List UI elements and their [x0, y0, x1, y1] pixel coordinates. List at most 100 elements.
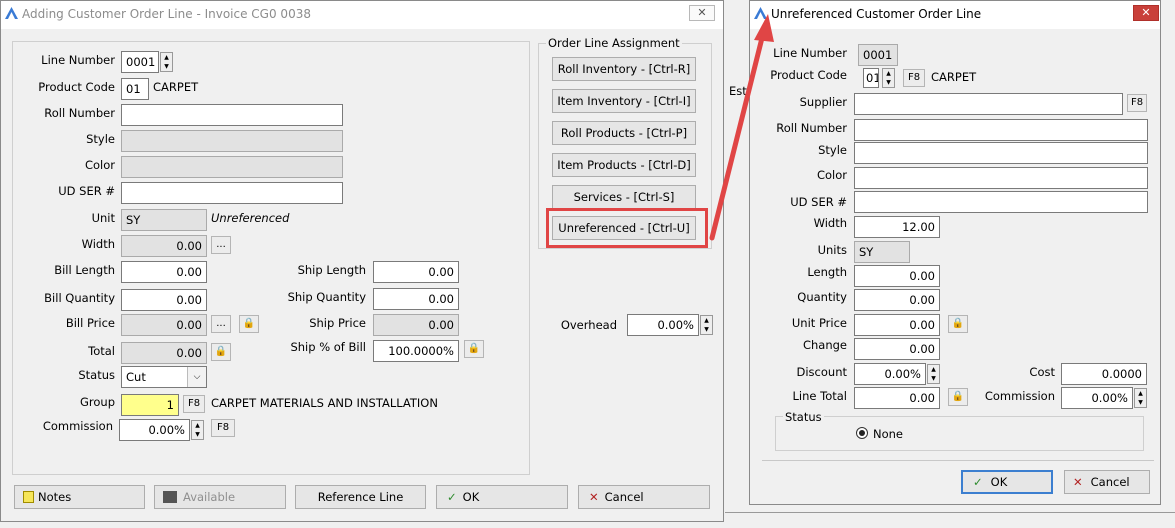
width-label: Width: [81, 237, 115, 251]
dlg-divider: [762, 460, 1154, 461]
ship-quantity-label: Ship Quantity: [287, 290, 366, 304]
lock-icon[interactable]: 🔒: [948, 388, 968, 406]
radio-icon[interactable]: [856, 427, 868, 439]
assignment-title: Order Line Assignment: [546, 36, 682, 50]
dlg-status-label: Status: [783, 410, 824, 424]
line-number-stepper[interactable]: ▲ ▼: [160, 52, 173, 72]
dlg-product-code-field[interactable]: 01: [863, 68, 879, 88]
lock-icon[interactable]: 🔒: [464, 340, 484, 358]
check-icon: ✓: [973, 475, 983, 489]
roll-inventory-button[interactable]: Roll Inventory - [Ctrl-R]: [552, 57, 696, 81]
dlg-commission-field[interactable]: 0.00%: [1061, 387, 1133, 409]
bill-quantity-field[interactable]: 0.00: [121, 289, 207, 311]
bill-price-field: 0.00: [121, 314, 207, 336]
bill-price-dots-button[interactable]: ...: [211, 315, 231, 333]
dlg-supplier-field[interactable]: [854, 93, 1123, 115]
overhead-stepper[interactable]: ▲ ▼: [700, 315, 713, 335]
dlg-ud-ser-field[interactable]: [854, 191, 1148, 213]
available-button: Available: [154, 485, 286, 509]
style-field: [121, 130, 343, 152]
dlg-color-label: Color: [816, 168, 847, 182]
dlg-ud-ser-label: UD SER #: [790, 195, 847, 209]
dlg-cost-field[interactable]: 0.0000: [1061, 363, 1147, 385]
ship-pct-label: Ship % of Bill: [290, 340, 366, 354]
dlg-color-field[interactable]: [854, 167, 1148, 189]
product-code-field[interactable]: 01: [121, 78, 149, 100]
check-icon: ✓: [447, 490, 457, 504]
dlg-ok-button[interactable]: ✓ OK: [961, 470, 1053, 494]
dlg-product-code-stepper[interactable]: ▲ ▼: [882, 68, 895, 88]
roll-products-button[interactable]: Roll Products - [Ctrl-P]: [552, 121, 696, 145]
dlg-width-field[interactable]: 12.00: [854, 216, 940, 238]
app-logo-icon: [5, 7, 18, 19]
dialog-close-button[interactable]: ✕: [1133, 5, 1159, 21]
ship-length-field[interactable]: 0.00: [373, 261, 459, 283]
item-products-button[interactable]: Item Products - [Ctrl-D]: [552, 153, 696, 177]
dlg-cancel-button[interactable]: ✕ Cancel: [1064, 470, 1150, 494]
dlg-discount-label: Discount: [796, 365, 848, 379]
group-name: CARPET MATERIALS AND INSTALLATION: [211, 396, 438, 410]
commission-field[interactable]: 0.00%: [119, 419, 190, 441]
ship-pct-field[interactable]: 100.0000%: [373, 340, 459, 362]
dlg-unit-price-field[interactable]: 0.00: [854, 314, 940, 336]
item-inventory-button[interactable]: Item Inventory - [Ctrl-I]: [552, 89, 696, 113]
bill-length-field[interactable]: 0.00: [121, 261, 207, 283]
cancel-button[interactable]: ✕ Cancel: [578, 485, 710, 509]
dlg-units-label: Units: [817, 243, 847, 257]
commission-stepper[interactable]: ▲ ▼: [191, 420, 204, 440]
dialog-title: Unreferenced Customer Order Line: [771, 7, 982, 21]
ok-button[interactable]: ✓ OK: [436, 485, 568, 509]
bill-quantity-label: Bill Quantity: [44, 291, 115, 305]
overhead-field[interactable]: 0.00%: [627, 314, 699, 336]
background-divider: [725, 512, 1175, 513]
lock-icon[interactable]: 🔒: [948, 315, 968, 333]
notes-button[interactable]: Notes: [14, 485, 145, 509]
status-label: Status: [78, 368, 115, 382]
dlg-discount-field[interactable]: 0.00%: [854, 363, 926, 385]
note-icon: [23, 491, 34, 503]
group-field[interactable]: 1: [121, 394, 179, 416]
dlg-width-label: Width: [813, 216, 847, 230]
dlg-roll-number-field[interactable]: [854, 119, 1148, 141]
reference-line-button[interactable]: Reference Line: [295, 485, 426, 509]
dlg-commission-stepper[interactable]: ▲ ▼: [1134, 388, 1147, 408]
dlg-status-none[interactable]: None: [873, 427, 903, 441]
line-number-label: Line Number: [41, 53, 115, 67]
ud-ser-field[interactable]: [121, 182, 343, 204]
dlg-style-field[interactable]: [854, 142, 1148, 164]
line-number-field[interactable]: 0001: [121, 51, 159, 73]
lock-icon[interactable]: 🔒: [211, 343, 231, 361]
dlg-units-field: SY: [854, 241, 910, 263]
dlg-length-field[interactable]: 0.00: [854, 265, 940, 287]
dlg-change-field[interactable]: 0.00: [854, 338, 940, 360]
services-button[interactable]: Services - [Ctrl-S]: [552, 185, 696, 209]
commission-f8-button[interactable]: F8: [211, 419, 235, 437]
ship-quantity-field[interactable]: 0.00: [373, 288, 459, 310]
x-icon: ✕: [1073, 475, 1083, 489]
dlg-commission-label: Commission: [984, 389, 1055, 403]
width-dots-button[interactable]: ...: [211, 236, 231, 254]
unit-label: Unit: [91, 211, 115, 225]
roll-number-field[interactable]: [121, 104, 343, 126]
roll-number-label: Roll Number: [44, 106, 115, 120]
group-f8-button[interactable]: F8: [183, 395, 205, 413]
dlg-quantity-field[interactable]: 0.00: [854, 289, 940, 311]
color-field: [121, 156, 343, 178]
style-label: Style: [86, 132, 115, 146]
product-code-label: Product Code: [38, 80, 115, 94]
unreferenced-dialog: Unreferenced Customer Order Line ✕ Line …: [749, 0, 1161, 505]
product-name: CARPET: [153, 80, 199, 94]
dialog-title-bar: Unreferenced Customer Order Line ✕: [750, 1, 1160, 29]
dlg-supplier-f8-button[interactable]: F8: [1127, 94, 1147, 112]
dlg-product-name: CARPET: [931, 70, 977, 84]
dlg-discount-stepper[interactable]: ▲ ▼: [927, 364, 940, 384]
dlg-length-label: Length: [807, 265, 847, 279]
bill-length-label: Bill Length: [54, 263, 115, 277]
dlg-change-label: Change: [802, 338, 847, 352]
main-window: Adding Customer Order Line - Invoice CG0…: [0, 0, 724, 522]
overhead-label: Overhead: [560, 318, 617, 332]
chevron-down-icon[interactable]: ⌵: [187, 367, 206, 387]
lock-icon[interactable]: 🔒: [239, 315, 259, 333]
dlg-product-f8-button[interactable]: F8: [903, 69, 925, 87]
dlg-line-total-field[interactable]: 0.00: [854, 387, 940, 409]
